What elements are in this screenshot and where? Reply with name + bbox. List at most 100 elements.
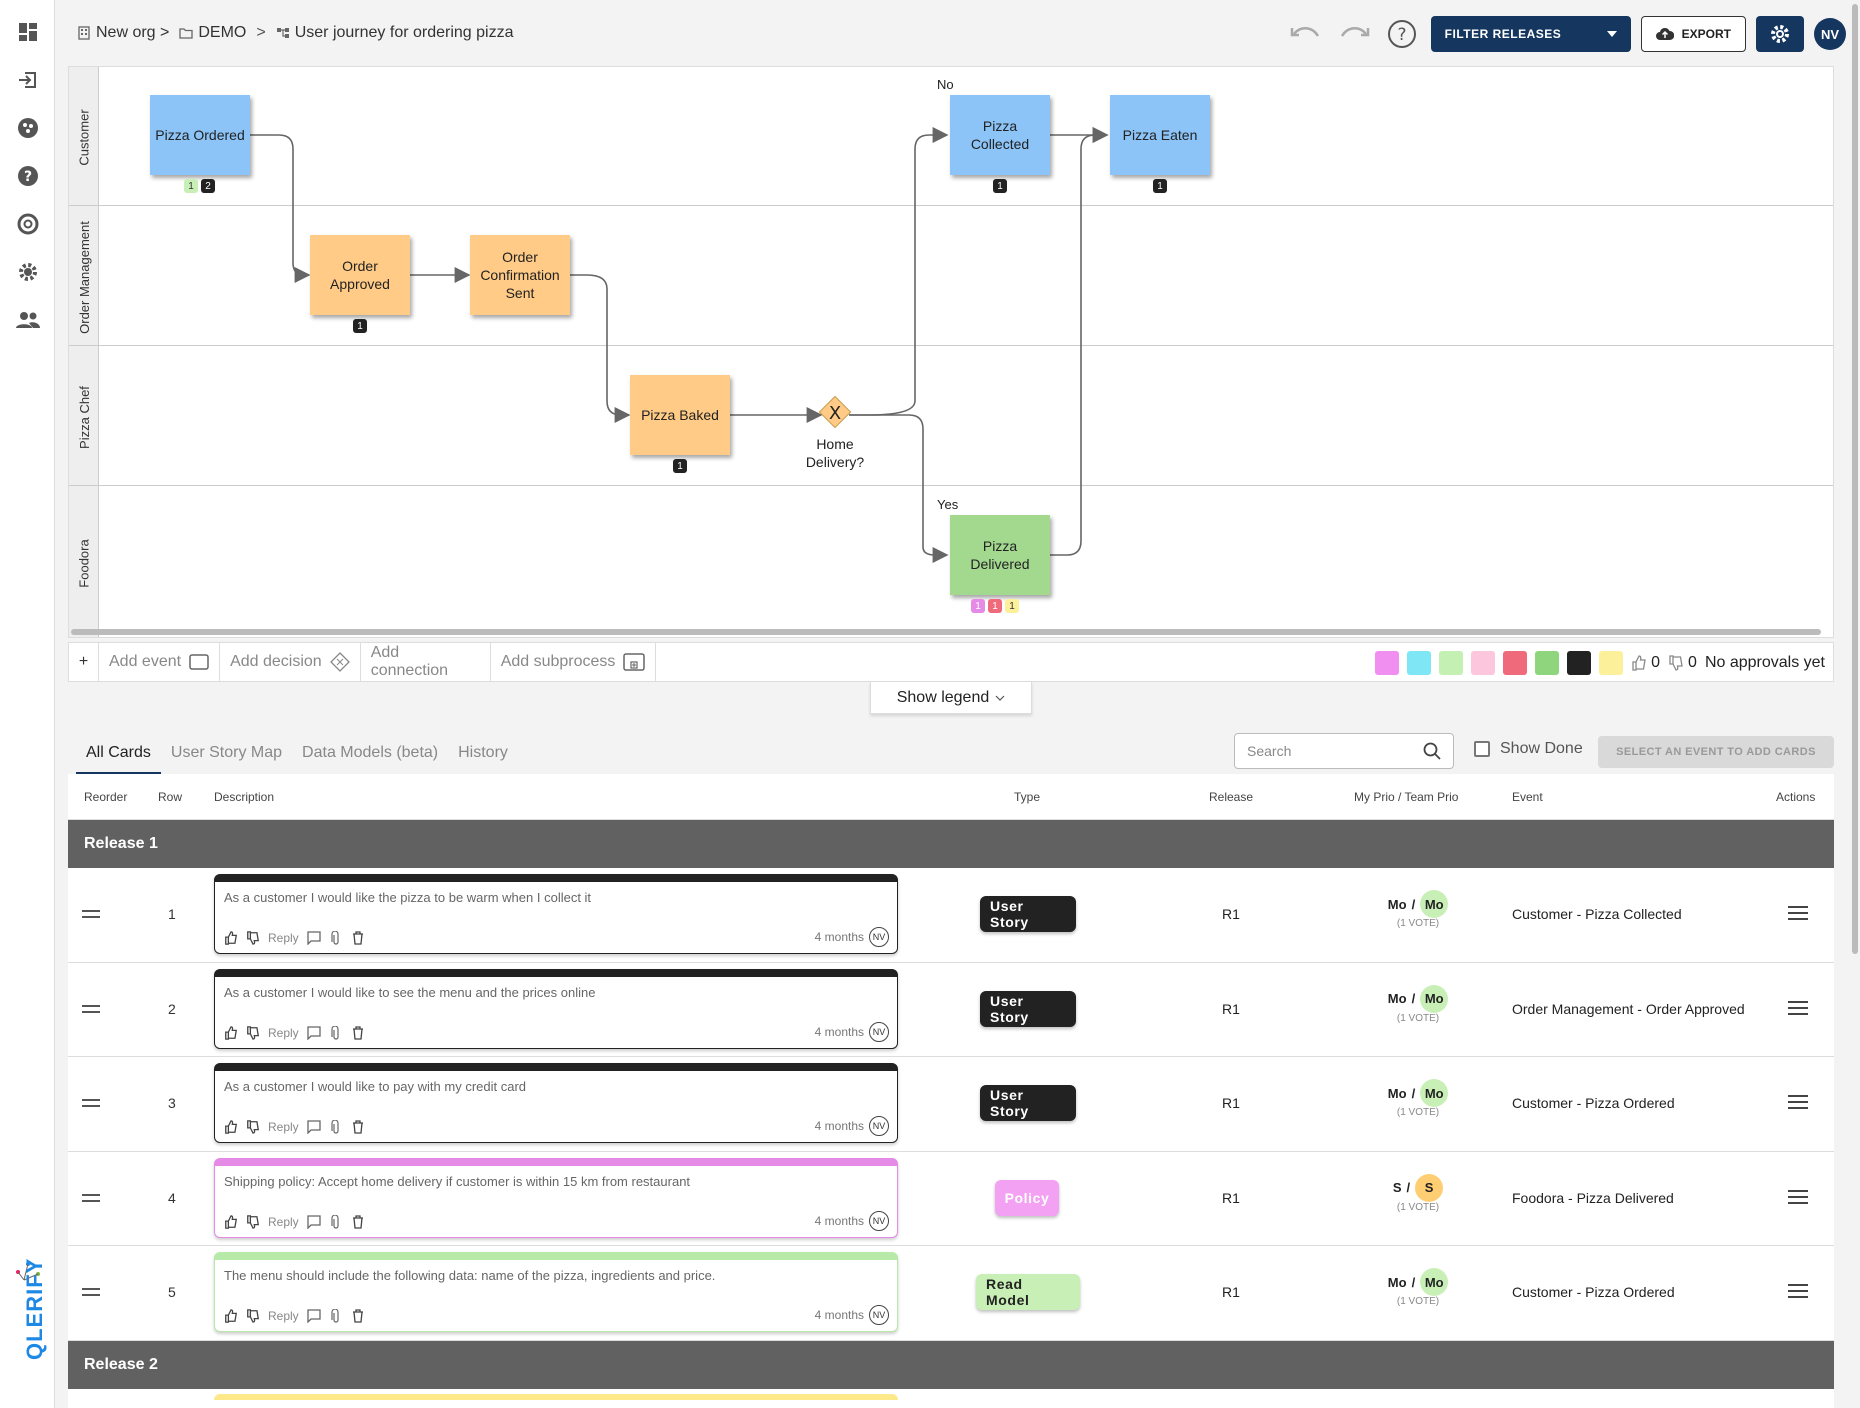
tab-history[interactable]: History — [448, 738, 518, 774]
type-chip[interactable]: User Story — [980, 990, 1076, 1027]
search-input[interactable]: Search — [1234, 733, 1454, 769]
reply-link[interactable]: Reply — [268, 1215, 299, 1229]
settings-icon[interactable] — [16, 260, 40, 284]
delete-icon[interactable] — [351, 1120, 365, 1134]
swatch-light-pink[interactable] — [1471, 651, 1496, 675]
drag-handle-icon[interactable] — [82, 1288, 100, 1296]
story-card[interactable]: As a customer I would like to see the me… — [214, 968, 898, 1049]
decision-gateway[interactable]: X — [818, 395, 852, 429]
swatch-green[interactable] — [1535, 651, 1560, 675]
thumbs-up-icon[interactable] — [224, 1120, 238, 1134]
event-pizza-collected[interactable]: Pizza Collected — [950, 95, 1050, 175]
thumbs-up-icon[interactable] — [224, 931, 238, 945]
drag-handle-icon[interactable] — [82, 910, 100, 918]
priority-cell[interactable]: S / S (1 VOTE) — [1358, 1173, 1478, 1213]
event-order-confirmation-sent[interactable]: Order Confirmation Sent — [470, 235, 570, 315]
comment-icon[interactable] — [307, 1214, 321, 1229]
thumbs-down-icon[interactable] — [246, 1214, 260, 1229]
drag-handle-icon[interactable] — [82, 1099, 100, 1107]
priority-cell[interactable]: Mo / Mo (1 VOTE) — [1358, 984, 1478, 1024]
type-chip[interactable]: User Story — [980, 896, 1076, 932]
thumbs-down-icon[interactable] — [246, 1309, 260, 1323]
breadcrumb-process[interactable]: User journey for ordering pizza — [276, 24, 513, 42]
swatch-light-green[interactable] — [1439, 651, 1464, 675]
dislikes-count[interactable]: 0 — [1668, 654, 1697, 672]
tab-data-models[interactable]: Data Models (beta) — [292, 738, 448, 774]
help-icon[interactable]: ? — [16, 164, 40, 188]
horizontal-scrollbar[interactable] — [71, 629, 1821, 635]
tab-all-cards[interactable]: All Cards — [76, 738, 161, 774]
attachment-icon[interactable] — [329, 931, 343, 945]
delete-icon[interactable] — [351, 1214, 365, 1229]
reply-link[interactable]: Reply — [268, 931, 299, 945]
reply-link[interactable]: Reply — [268, 1309, 299, 1323]
event-pizza-eaten[interactable]: Pizza Eaten — [1110, 95, 1210, 175]
select-event-button[interactable]: SELECT AN EVENT TO ADD CARDS — [1598, 736, 1834, 768]
row-menu-icon[interactable] — [1788, 1000, 1808, 1015]
dashboard-icon[interactable] — [16, 20, 40, 44]
breadcrumb-org[interactable]: New org > — [77, 24, 169, 42]
policy-card[interactable]: Shipping policy: Accept home delivery if… — [214, 1157, 898, 1238]
drag-handle-icon[interactable] — [82, 1193, 100, 1202]
event-pizza-delivered[interactable]: Pizza Delivered — [950, 515, 1050, 595]
add-connection-button[interactable]: Add connection — [361, 642, 491, 682]
tab-user-story-map[interactable]: User Story Map — [161, 738, 292, 774]
attachment-icon[interactable] — [329, 1214, 343, 1229]
redo-button[interactable] — [1335, 16, 1373, 52]
add-button[interactable]: + — [69, 642, 99, 682]
show-done-checkbox[interactable] — [1474, 741, 1490, 757]
add-subprocess-button[interactable]: Add subprocess — [491, 642, 657, 682]
swatch-yellow[interactable] — [1599, 651, 1624, 675]
user-avatar[interactable]: NV — [1814, 18, 1846, 50]
row-menu-icon[interactable] — [1788, 1095, 1808, 1109]
delete-icon[interactable] — [351, 1025, 365, 1040]
release-group-header[interactable]: Release 2 — [68, 1340, 1834, 1389]
thumbs-down-icon[interactable] — [246, 1120, 260, 1134]
swatch-cyan[interactable] — [1407, 651, 1432, 675]
reply-link[interactable]: Reply — [268, 1026, 299, 1040]
story-card[interactable]: As a customer I would like to pay with m… — [214, 1063, 898, 1143]
vertical-scrollbar[interactable] — [1852, 4, 1858, 954]
export-button[interactable]: EXPORT — [1640, 16, 1746, 52]
priority-cell[interactable]: Mo / Mo (1 VOTE) — [1358, 890, 1478, 929]
show-legend-button[interactable]: Show legend — [870, 682, 1032, 714]
comment-icon[interactable] — [307, 1120, 321, 1134]
show-done-toggle[interactable]: Show Done — [1474, 740, 1583, 758]
likes-count[interactable]: 0 — [1631, 654, 1660, 672]
type-chip[interactable]: Read Model — [976, 1274, 1080, 1310]
row-menu-icon[interactable] — [1788, 1189, 1808, 1204]
diagram-settings-button[interactable] — [1756, 16, 1804, 52]
bubbles-icon[interactable] — [16, 116, 40, 140]
comment-icon[interactable] — [307, 1309, 321, 1323]
add-event-button[interactable]: Add event — [99, 642, 221, 682]
type-chip[interactable]: User Story — [980, 1085, 1076, 1121]
priority-cell[interactable]: Mo / Mo (1 VOTE) — [1358, 1268, 1478, 1307]
thumbs-up-icon[interactable] — [224, 1214, 238, 1229]
support-icon[interactable] — [16, 212, 40, 236]
story-card[interactable]: As a customer I would like the pizza to … — [214, 874, 898, 954]
thumbs-up-icon[interactable] — [224, 1309, 238, 1323]
reply-link[interactable]: Reply — [268, 1120, 299, 1134]
swatch-black[interactable] — [1567, 651, 1592, 675]
event-pizza-baked[interactable]: Pizza Baked — [630, 375, 730, 455]
row-menu-icon[interactable] — [1788, 1284, 1808, 1298]
undo-button[interactable] — [1287, 16, 1325, 52]
delete-icon[interactable] — [351, 931, 365, 945]
thumbs-down-icon[interactable] — [246, 1025, 260, 1040]
swatch-red[interactable] — [1503, 651, 1528, 675]
users-icon[interactable] — [16, 308, 40, 332]
add-decision-button[interactable]: Add decision — [220, 642, 361, 682]
filter-releases-button[interactable]: FILTER RELEASES — [1430, 16, 1631, 52]
login-icon[interactable] — [16, 68, 40, 92]
thumbs-up-icon[interactable] — [224, 1025, 238, 1040]
swatch-pink-violet[interactable] — [1375, 651, 1400, 675]
breadcrumb-folder[interactable]: DEMO — [179, 24, 246, 42]
delete-icon[interactable] — [351, 1309, 365, 1323]
comment-icon[interactable] — [307, 1025, 321, 1040]
attachment-icon[interactable] — [329, 1120, 343, 1134]
drag-handle-icon[interactable] — [82, 1004, 100, 1013]
event-pizza-ordered[interactable]: Pizza Ordered — [150, 95, 250, 175]
type-chip[interactable]: Policy — [995, 1179, 1059, 1216]
thumbs-down-icon[interactable] — [246, 931, 260, 945]
release-group-header[interactable]: Release 1 — [68, 820, 1834, 868]
